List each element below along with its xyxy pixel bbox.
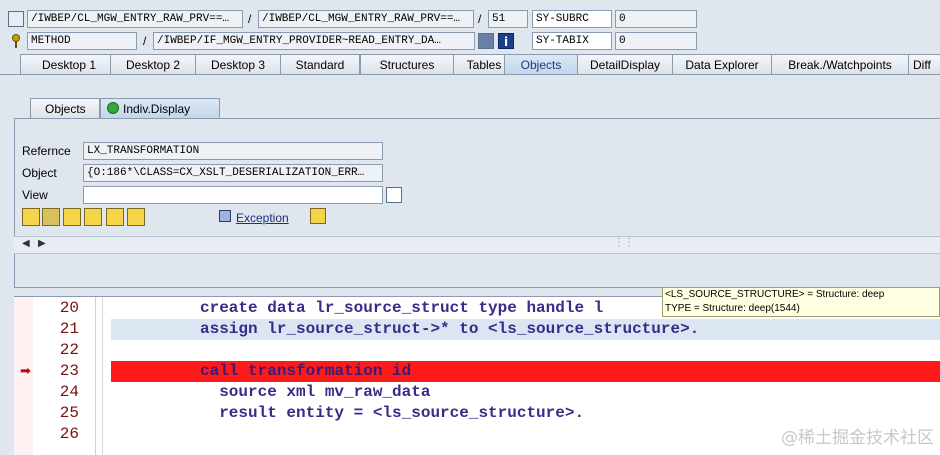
- view-label: View: [22, 188, 48, 202]
- code-line-current: call transformation id: [200, 362, 412, 380]
- separator: /: [143, 34, 147, 48]
- tab-data-explorer[interactable]: Data Explorer: [672, 54, 772, 74]
- line-number: 24: [59, 383, 79, 401]
- separator: /: [248, 12, 252, 26]
- tooltip-line-2: TYPE = Structure: deep(1544): [665, 303, 800, 314]
- status-ok-icon: [107, 102, 119, 114]
- scroll-grip[interactable]: ⋮⋮: [614, 237, 634, 248]
- gutter-divider: [102, 297, 103, 455]
- exception-icon: [219, 210, 231, 222]
- object-field[interactable]: {O:186*\CLASS=CX_XSLT_DESERIALIZATION_ER…: [83, 164, 383, 182]
- code-line: create data lr_source_struct type handle…: [200, 299, 604, 317]
- separator: /: [478, 12, 482, 26]
- line-number: 25: [59, 404, 79, 422]
- key-icon: [8, 33, 24, 49]
- svg-text:i: i: [504, 35, 508, 48]
- view-field[interactable]: [83, 186, 383, 204]
- line-field[interactable]: 51: [488, 10, 528, 28]
- variable-value-field[interactable]: 0: [615, 10, 697, 28]
- code-line: assign lr_source_struct->* to <ls_source…: [200, 320, 700, 338]
- subtab-objects-label: Objects: [45, 102, 86, 116]
- tab-detail-display[interactable]: DetailDisplay: [577, 54, 673, 74]
- program-field[interactable]: /IWBEP/CL_MGW_ENTRY_RAW_PRV==…: [27, 10, 243, 28]
- tab-breakpoints[interactable]: Break./Watchpoints: [771, 54, 909, 74]
- line-number: 22: [59, 341, 79, 359]
- scroll-left-icon[interactable]: ◀: [22, 238, 30, 249]
- navigate-icon[interactable]: [478, 33, 494, 49]
- hierarchy-icon[interactable]: [63, 208, 81, 226]
- exception-link[interactable]: Exception: [236, 209, 289, 227]
- tab-desktop-2[interactable]: Desktop 2: [110, 54, 196, 74]
- object-icon[interactable]: [42, 208, 60, 226]
- tab-desktop-3[interactable]: Desktop 3: [195, 54, 281, 74]
- line-number: 20: [59, 299, 79, 317]
- reference-field[interactable]: LX_TRANSFORMATION: [83, 142, 383, 160]
- object-label: Object: [22, 166, 57, 180]
- code-line: source xml mv_raw_data: [200, 383, 431, 401]
- code-line: result entity = <ls_source_structure>.: [200, 404, 585, 422]
- variable-tooltip: <LS_SOURCE_STRUCTURE> = Structure: deep …: [662, 287, 940, 317]
- horizontal-scrollbar[interactable]: ◀ ▶ ⋮⋮: [14, 236, 940, 254]
- tab-diff[interactable]: Diff: [908, 54, 940, 74]
- tab-desktop-1[interactable]: Desktop 1: [20, 54, 118, 74]
- tab-structures[interactable]: Structures: [360, 54, 454, 74]
- line-number: 21: [59, 320, 79, 338]
- line-number: 23: [59, 362, 79, 380]
- variable-name-field[interactable]: SY-SUBRC: [532, 10, 612, 28]
- execution-arrow-icon: ➡: [20, 363, 31, 378]
- include-field[interactable]: /IWBEP/CL_MGW_ENTRY_RAW_PRV==…: [258, 10, 474, 28]
- subtab-indiv-display[interactable]: Indiv.Display: [100, 98, 220, 118]
- subtab-indiv-display-label: Indiv.Display: [123, 102, 191, 116]
- variable-name-field-2[interactable]: SY-TABIX: [532, 32, 612, 50]
- program-icon: [8, 11, 24, 27]
- line-number: 26: [59, 425, 79, 443]
- tab-standard[interactable]: Standard: [280, 54, 360, 74]
- event-type-field[interactable]: METHOD: [27, 32, 137, 50]
- navigate-up-icon[interactable]: [84, 208, 102, 226]
- tag-icon[interactable]: [22, 208, 40, 226]
- info-icon[interactable]: i: [498, 33, 514, 49]
- reference-label: Refernce: [22, 144, 71, 158]
- watermark: @稀土掘金技术社区: [781, 428, 934, 448]
- open-view-icon[interactable]: [386, 187, 402, 203]
- tooltip-line-1: <LS_SOURCE_STRUCTURE> = Structure: deep: [665, 289, 885, 300]
- settings-icon[interactable]: [310, 208, 326, 224]
- variable-value-field-2[interactable]: 0: [615, 32, 697, 50]
- tab-objects[interactable]: Objects: [504, 54, 578, 74]
- tree-icon[interactable]: [106, 208, 124, 226]
- event-name-field[interactable]: /IWBEP/IF_MGW_ENTRY_PROVIDER~READ_ENTRY_…: [153, 32, 475, 50]
- filter-icon[interactable]: [127, 208, 145, 226]
- scroll-right-icon[interactable]: ▶: [38, 238, 46, 249]
- debugger-tabstrip: Desktop 1 Desktop 2 Desktop 3 Standard S…: [10, 54, 940, 74]
- subtab-objects[interactable]: Objects: [30, 98, 100, 118]
